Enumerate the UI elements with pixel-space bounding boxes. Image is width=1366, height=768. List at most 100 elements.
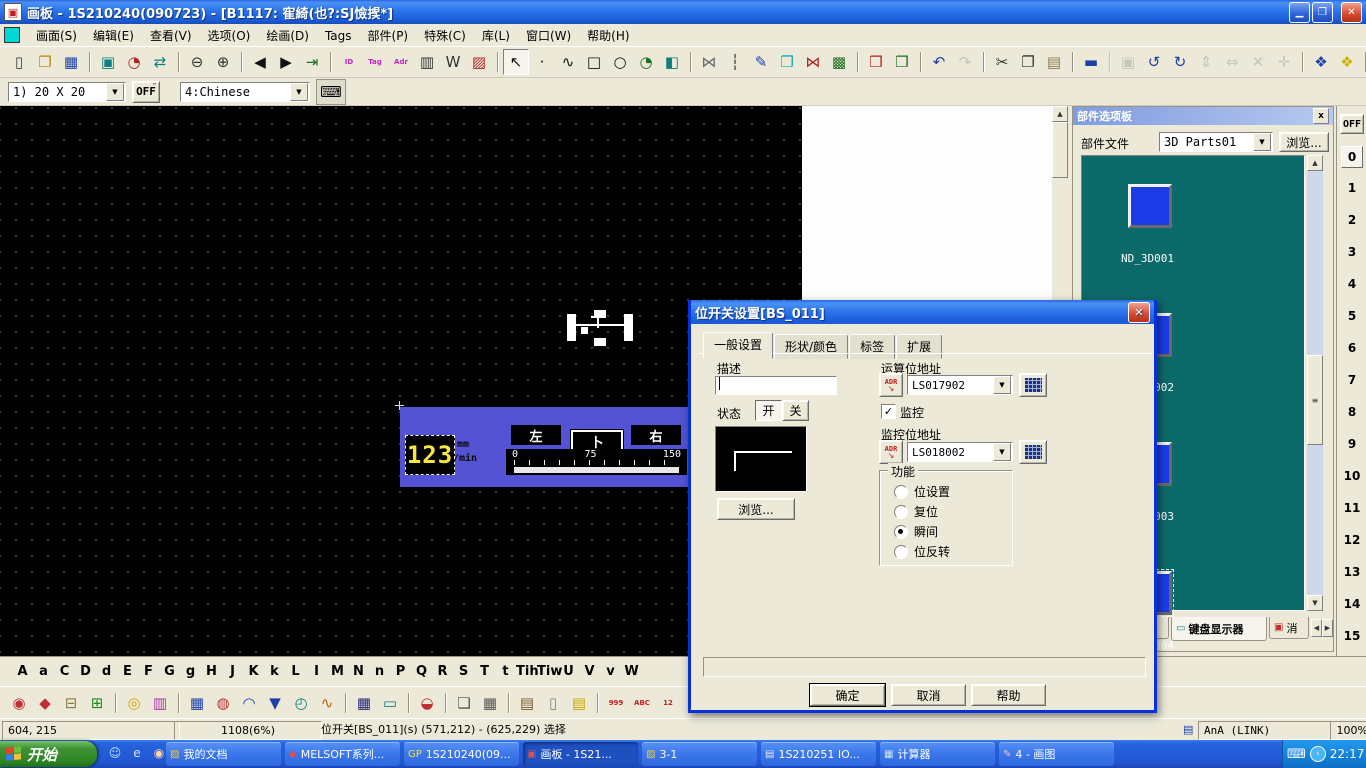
rectangle-tool-icon[interactable]: □ [581, 49, 607, 75]
tile-view-icon[interactable]: ▥ [414, 49, 440, 75]
operand-keypad-button[interactable] [1019, 373, 1047, 397]
data-table-part-icon[interactable]: ▦ [477, 690, 503, 716]
selection-handle[interactable] [594, 338, 606, 346]
lamp-part-icon[interactable]: ◎ [121, 690, 147, 716]
tray-chevron-icon[interactable]: ‹ [1310, 746, 1326, 762]
selection-handle[interactable] [624, 314, 633, 341]
selector-switch-part-icon[interactable]: ⊟ [58, 690, 84, 716]
flip-horizontal-icon[interactable]: ⇔ [1219, 49, 1245, 75]
text-style-button[interactable]: a [33, 664, 54, 679]
menu-item[interactable]: 查看(V) [142, 27, 200, 45]
ie-icon[interactable]: e [128, 744, 146, 762]
shape-browse-button[interactable]: 浏览... [717, 498, 795, 520]
screen-scale-combo[interactable]: 1) 20 X 20 ▼ [8, 82, 126, 102]
help-button[interactable]: 帮助 [971, 684, 1046, 706]
task-button[interactable]: GP1S210240(09... [404, 742, 519, 766]
child-window-icon[interactable] [4, 27, 20, 43]
numeric-display-part-icon[interactable]: 999 [603, 690, 629, 716]
screen-copy-icon[interactable]: ❐ [774, 49, 800, 75]
state-number[interactable]: 6 [1341, 332, 1363, 364]
scroll-down-icon[interactable]: ▼ [1307, 595, 1323, 611]
tank-graph-part-icon[interactable]: ▼ [262, 690, 288, 716]
state-off-toggle-button[interactable]: OFF″ [132, 81, 160, 103]
scale-bar-object[interactable]: 075150 [506, 449, 687, 475]
task-button[interactable]: ◆MELSOFT系列... [285, 742, 400, 766]
menu-item[interactable]: 部件(P) [360, 27, 417, 45]
text-style-button[interactable]: k [264, 664, 285, 679]
prev-screen-icon[interactable]: ◀ [247, 49, 273, 75]
dialog-tab[interactable]: 一般设置 [703, 332, 773, 359]
function-radio[interactable]: 瞬间 [894, 523, 938, 540]
menu-item[interactable]: 库(L) [474, 27, 518, 45]
fill-tool-icon[interactable]: ◧ [659, 49, 685, 75]
redo-icon[interactable]: ↷ [952, 49, 978, 75]
state-off-button[interactable]: 关 [782, 400, 809, 421]
adr-list-icon[interactable]: Adr [388, 49, 414, 75]
text-style-button[interactable]: I [306, 664, 327, 679]
text-style-button[interactable]: Tih [516, 664, 537, 679]
selected-bit-switch-object[interactable] [567, 310, 633, 346]
scroll-thumb[interactable] [1052, 122, 1068, 178]
palette-tab-keyboard-display[interactable]: ▭ 键盘显示器 [1171, 617, 1267, 641]
text-style-button[interactable]: E [117, 664, 138, 679]
text-style-button[interactable]: g [180, 664, 201, 679]
text-style-button[interactable]: Q [411, 664, 432, 679]
polyline-tool-icon[interactable]: ∿ [555, 49, 581, 75]
text-style-button[interactable]: v [600, 664, 621, 679]
menu-item[interactable]: 选项(O) [200, 27, 259, 45]
keyboard-tray-icon[interactable]: ⌨ [1287, 747, 1306, 762]
selection-handle[interactable] [567, 314, 576, 341]
chevron-down-icon[interactable]: ▼ [993, 443, 1011, 461]
strip-off-button[interactable]: OFF [1340, 114, 1364, 134]
graph-parts-icon[interactable]: ▨ [466, 49, 492, 75]
task-button[interactable]: ▤1S210251 IO... [761, 742, 876, 766]
text-style-button[interactable]: C [54, 664, 75, 679]
radio-icon[interactable] [894, 505, 908, 519]
window-parts-icon[interactable]: W [440, 49, 466, 75]
palette-close-icon[interactable]: x [1313, 108, 1329, 124]
text-style-button[interactable]: d [96, 664, 117, 679]
state-number[interactable]: 3 [1341, 236, 1363, 268]
select-pointer-icon[interactable]: ↖ [503, 49, 529, 75]
text-style-button[interactable]: V [579, 664, 600, 679]
polygon-tool-icon[interactable]: ⋈ [696, 49, 722, 75]
task-button[interactable]: ▨3-1 [642, 742, 757, 766]
flip-vertical-icon[interactable]: ⇕ [1193, 49, 1219, 75]
file-report-part-icon[interactable]: ❏ [451, 690, 477, 716]
state-number[interactable]: 12 [1341, 524, 1363, 556]
text-style-button[interactable]: A [12, 664, 33, 679]
state-number[interactable]: 9 [1341, 428, 1363, 460]
state-number[interactable]: 11 [1341, 492, 1363, 524]
pen-tool-icon[interactable]: ✎ [748, 49, 774, 75]
state-on-button[interactable]: 开 [755, 400, 782, 421]
monitor-adr-button[interactable]: ADR↘ [879, 440, 903, 464]
text-style-button[interactable]: W [621, 664, 642, 679]
screen-manager-icon[interactable]: ▣ [95, 49, 121, 75]
state-number[interactable]: 5 [1341, 300, 1363, 332]
state-number[interactable]: 15 [1341, 620, 1363, 652]
state-number[interactable]: 13 [1341, 556, 1363, 588]
ellipse-tool-icon[interactable]: ○ [607, 49, 633, 75]
monitor-checkbox[interactable]: ✓ [881, 404, 896, 419]
chevron-down-icon[interactable]: ▼ [290, 83, 308, 101]
text-style-button[interactable]: L [285, 664, 306, 679]
menu-item[interactable]: 画面(S) [28, 27, 85, 45]
task-button[interactable]: ▦计算器 [880, 742, 995, 766]
text-style-button[interactable]: F [138, 664, 159, 679]
function-switch-part-icon[interactable]: ⊞ [84, 690, 110, 716]
dot-tool-icon[interactable]: · [529, 49, 555, 75]
arc-tool-icon[interactable]: ◔ [633, 49, 659, 75]
text-style-button[interactable]: D [75, 664, 96, 679]
tab-scroll-left-icon[interactable]: ◀ [1311, 619, 1322, 637]
ascii-display-part-icon[interactable]: ABC [629, 690, 655, 716]
chevron-down-icon[interactable]: ▼ [993, 376, 1011, 394]
text-style-button[interactable]: N [348, 664, 369, 679]
exit-screen-icon[interactable]: ⇥ [299, 49, 325, 75]
palette-tab-message[interactable]: ▣ 消 [1269, 617, 1309, 639]
text-style-button[interactable]: G [159, 664, 180, 679]
text-style-button[interactable]: U [558, 664, 579, 679]
text-style-button[interactable]: J [222, 664, 243, 679]
function-radio[interactable]: 位设置 [894, 483, 950, 500]
meter-part-icon[interactable]: ◴ [288, 690, 314, 716]
text-style-button[interactable]: n [369, 664, 390, 679]
